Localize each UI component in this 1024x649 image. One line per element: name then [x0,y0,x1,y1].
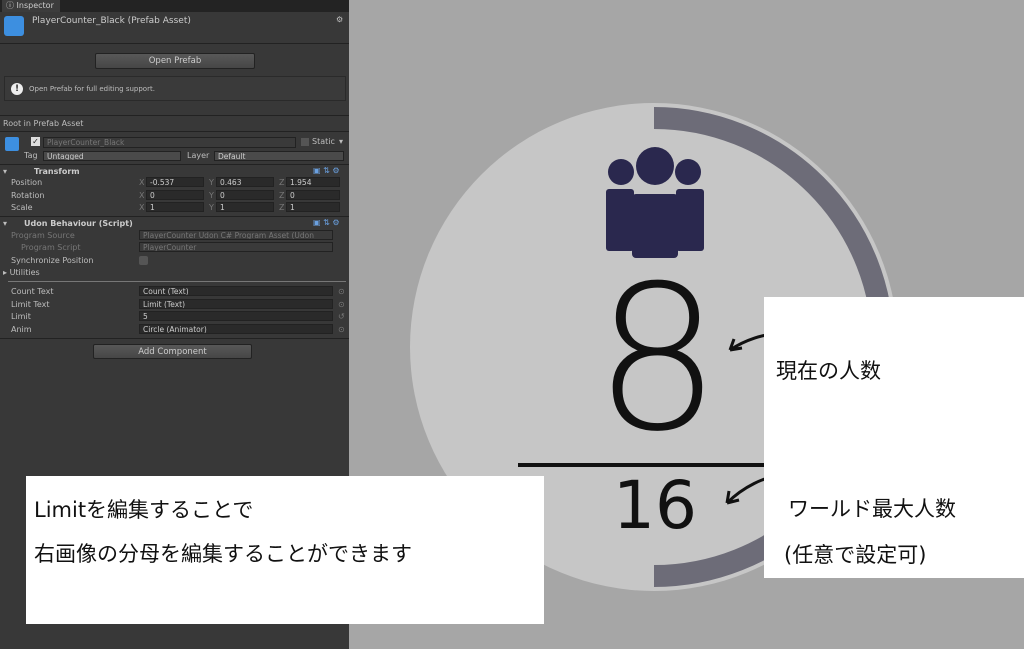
annotation-right: 現在の人数 ワールド最大人数 (任意で設定可) [764,297,1024,578]
limit-note-line1: Limitを編集することで [34,498,254,522]
world-max-note: ワールド最大人数 [788,497,956,521]
count-number: 8 [593,243,722,476]
players-icon [606,147,704,258]
current-count-note: 現在の人数 [776,359,881,383]
limit-note-line2: 右画像の分母を編集することができます [34,542,412,566]
limit-number: 16 [613,467,697,544]
annotation-left: Limitを編集することで 右画像の分母を編集することができます [26,476,544,624]
world-max-note-sub: (任意で設定可) [784,543,927,567]
